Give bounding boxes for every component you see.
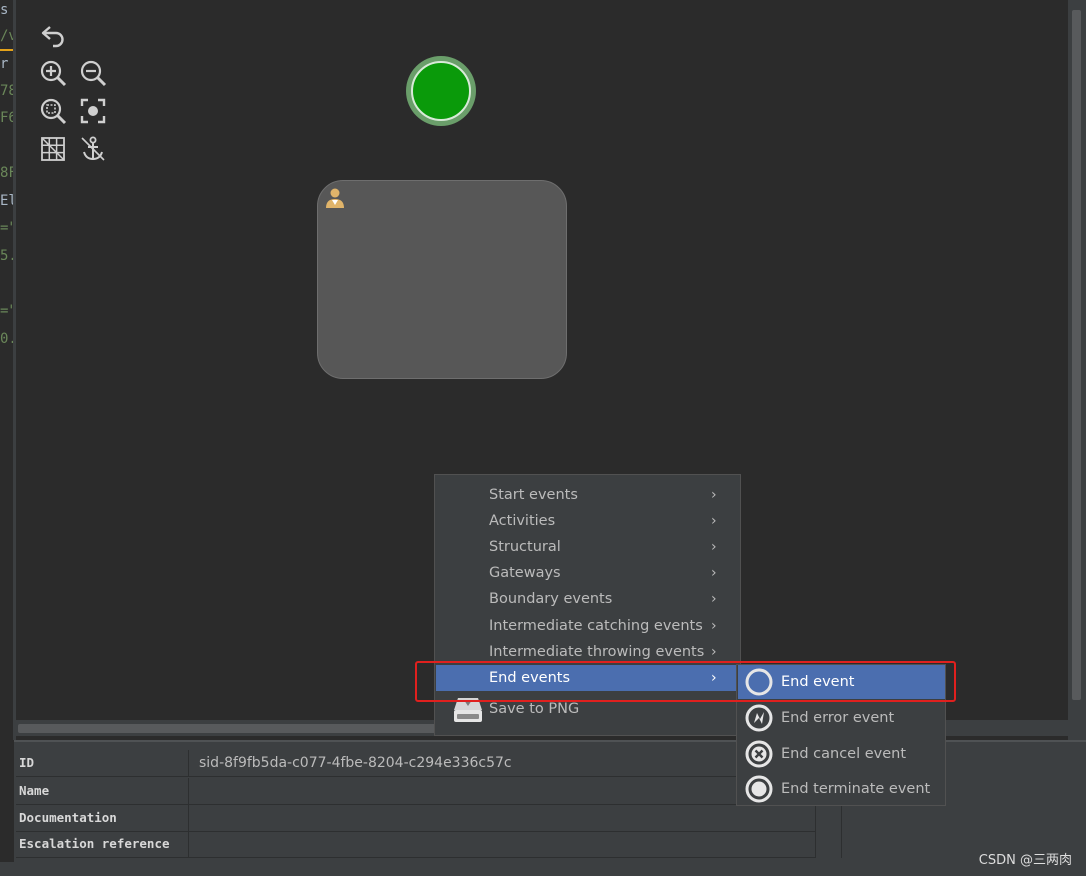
menu-item-gateways[interactable]: Gateways › [436, 560, 739, 586]
property-value[interactable]: sid-8f9fb5da-c077-4fbe-8204-c294e336c57c [199, 750, 512, 776]
menu-item-intermediate-throwing-events[interactable]: Intermediate throwing events › [436, 639, 739, 665]
submenu-item-label: End terminate event [781, 781, 931, 797]
menu-item-label: Intermediate catching events [489, 618, 703, 634]
chevron-right-icon: › [711, 565, 717, 581]
start-event[interactable] [406, 56, 476, 126]
anchor-icon[interactable] [78, 134, 108, 164]
submenu-item-label: End cancel event [781, 746, 907, 762]
menu-item-boundary-events[interactable]: Boundary events › [436, 586, 739, 612]
zoom-in-icon[interactable] [38, 58, 68, 88]
code-fragment: =" [0, 303, 14, 319]
chevron-right-icon: › [711, 644, 717, 660]
submenu-item-end-cancel-event[interactable]: End cancel event [738, 737, 945, 771]
property-key: Escalation reference [16, 831, 189, 857]
end-terminate-event-icon [745, 775, 773, 803]
menu-item-label: End events [489, 670, 571, 686]
code-fragment: 8F [0, 165, 14, 181]
property-row-id[interactable]: ID sid-8f9fb5da-c077-4fbe-8204-c294e336c… [16, 750, 815, 777]
property-key: ID [16, 750, 189, 776]
property-key: Name [16, 778, 189, 804]
chevron-right-icon: › [711, 539, 717, 555]
code-fragment: =" [0, 220, 14, 236]
save-disk-icon [454, 698, 482, 722]
code-fragment: /v [0, 28, 14, 44]
menu-item-label: Intermediate throwing events [489, 644, 705, 660]
end-events-submenu: End event End error event End cancel eve… [736, 664, 946, 806]
submenu-item-end-error-event[interactable]: End error event [738, 701, 945, 735]
code-fragment: 78 [0, 83, 14, 99]
code-fragment: r [0, 56, 9, 72]
submenu-item-end-terminate-event[interactable]: End terminate event [738, 772, 945, 806]
code-fragment: El [0, 193, 14, 209]
property-row-documentation[interactable]: Documentation [16, 805, 815, 832]
menu-item-label: Structural [489, 539, 561, 555]
menu-item-end-events[interactable]: End events › [436, 665, 739, 691]
zoom-fit-icon[interactable] [78, 96, 108, 126]
chevron-right-icon: › [711, 591, 717, 607]
start-event-fill [411, 61, 471, 121]
code-fragment: 5. [0, 248, 14, 264]
user-task[interactable] [317, 180, 567, 379]
watermark: CSDN @三两肉 [978, 853, 1072, 868]
end-error-event-icon [745, 704, 773, 732]
property-row-escalation-reference[interactable]: Escalation reference [16, 831, 815, 858]
menu-item-intermediate-catching-events[interactable]: Intermediate catching events › [436, 613, 739, 639]
context-menu: Start events › Activities › Structural › Ga… [434, 474, 741, 736]
menu-item-structural[interactable]: Structural › [436, 534, 739, 560]
code-fragment: F6 [0, 110, 14, 126]
menu-item-activities[interactable]: Activities › [436, 508, 739, 534]
code-fragment: s : [0, 2, 14, 18]
menu-item-label: Save to PNG [489, 701, 580, 717]
chevron-right-icon: › [711, 487, 717, 503]
code-editor-gutter: s : /v r 78 F6 8F El =" 5. =" 0. [0, 0, 14, 740]
menu-item-start-events[interactable]: Start events › [436, 482, 739, 508]
property-key: Documentation [16, 805, 189, 831]
code-fragment: 0. [0, 331, 14, 347]
end-cancel-event-icon [745, 740, 773, 768]
user-icon [326, 188, 344, 208]
caret-marker [0, 49, 13, 51]
vertical-scroll-thumb[interactable] [1072, 10, 1081, 700]
end-event-icon [745, 668, 773, 696]
chevron-right-icon: › [711, 618, 717, 634]
zoom-actual-icon[interactable] [38, 96, 68, 126]
menu-item-label: Gateways [489, 565, 561, 581]
zoom-out-icon[interactable] [78, 58, 108, 88]
status-bar [0, 862, 1086, 876]
menu-item-label: Boundary events [489, 591, 613, 607]
submenu-item-label: End event [781, 674, 855, 690]
submenu-item-label: End error event [781, 710, 895, 726]
chevron-right-icon: › [711, 670, 717, 686]
submenu-item-end-event[interactable]: End event [738, 665, 945, 699]
chevron-right-icon: › [711, 513, 717, 529]
menu-item-label: Start events [489, 487, 578, 503]
horizontal-scroll-thumb[interactable] [18, 724, 458, 733]
property-row-name[interactable]: Name [16, 778, 815, 805]
menu-item-label: Activities [489, 513, 556, 529]
grid-icon[interactable] [38, 134, 68, 164]
undo-icon[interactable] [38, 20, 68, 50]
